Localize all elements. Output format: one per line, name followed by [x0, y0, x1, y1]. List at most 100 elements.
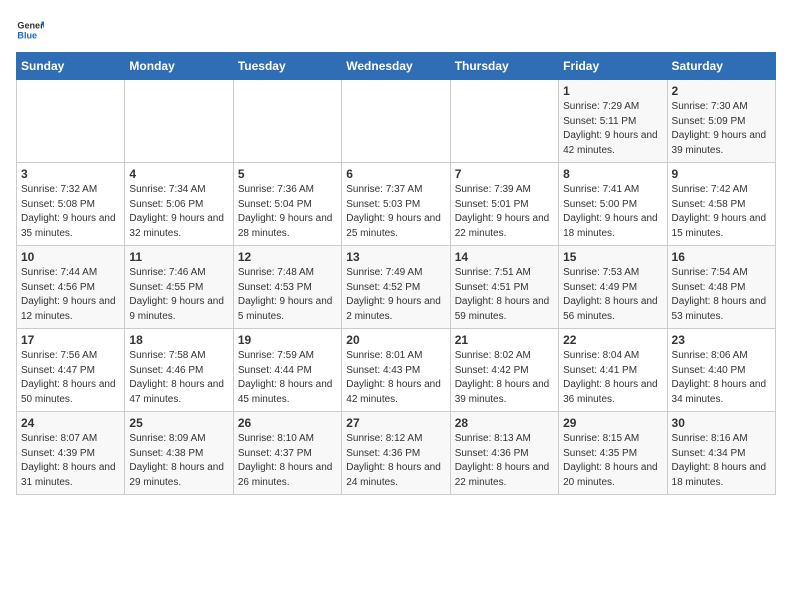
day-number: 30 [672, 416, 771, 430]
day-cell: 28Sunrise: 8:13 AM Sunset: 4:36 PM Dayli… [450, 412, 558, 495]
day-cell: 13 Sunrise: 7:49 AM Sunset: 4:52 PM Dayli… [342, 246, 450, 329]
day-info: Sunrise: 7:39 AM Sunset: 5:01 PM Dayligh… [455, 183, 554, 241]
day-number: 13 [346, 250, 445, 264]
day-number: 27 [346, 416, 445, 430]
day-cell: 11 Sunrise: 7:46 AM Sunset: 4:55 PM Dayli… [125, 246, 233, 329]
day-cell: 16 Sunrise: 7:54 AM Sunset: 4:48 PM Dayli… [667, 246, 775, 329]
day-number: 12 [238, 250, 337, 264]
day-cell: 27 Sunrise: 8:12 AM Sunset: 4:36 PM Dayli… [342, 412, 450, 495]
day-number: 9 [672, 167, 771, 181]
day-info: Sunrise: 8:12 AM Sunset: 4:36 PM Dayligh… [346, 432, 445, 490]
day-number: 22 [563, 333, 662, 347]
day-info: Sunrise: 8:09 AM Sunset: 4:38 PM Dayligh… [129, 432, 228, 490]
day-number: 17 [21, 333, 120, 347]
day-cell [125, 80, 233, 163]
day-info: Sunrise: 8:04 AM Sunset: 4:41 PM Dayligh… [563, 349, 662, 407]
day-cell: 15Sunrise: 7:53 AM Sunset: 4:49 PM Dayli… [559, 246, 667, 329]
day-number: 23 [672, 333, 771, 347]
day-number: 21 [455, 333, 554, 347]
col-header-saturday: Saturday [667, 53, 775, 80]
day-info: Sunrise: 7:42 AM Sunset: 4:58 PM Dayligh… [672, 183, 771, 241]
day-number: 1 [563, 84, 662, 98]
day-info: Sunrise: 7:51 AM Sunset: 4:51 PM Dayligh… [455, 266, 554, 324]
day-number: 11 [129, 250, 228, 264]
day-number: 10 [21, 250, 120, 264]
day-number: 25 [129, 416, 228, 430]
day-number: 4 [129, 167, 228, 181]
week-row-2: 10 Sunrise: 7:44 AM Sunset: 4:56 PM Dayli… [17, 246, 776, 329]
day-cell: 10 Sunrise: 7:44 AM Sunset: 4:56 PM Dayli… [17, 246, 125, 329]
col-header-wednesday: Wednesday [342, 53, 450, 80]
day-number: 20 [346, 333, 445, 347]
header: General Blue [16, 16, 776, 44]
day-cell: 29 Sunrise: 8:15 AM Sunset: 4:35 PM Dayli… [559, 412, 667, 495]
day-cell: 17 Sunrise: 7:56 AM Sunset: 4:47 PM Dayli… [17, 329, 125, 412]
svg-text:Blue: Blue [17, 30, 37, 40]
day-cell: 5Sunrise: 7:36 AM Sunset: 5:04 PM Daylig… [233, 163, 341, 246]
week-row-0: 1 Sunrise: 7:29 AM Sunset: 5:11 PM Daylig… [17, 80, 776, 163]
day-cell: 7 Sunrise: 7:39 AM Sunset: 5:01 PM Daylig… [450, 163, 558, 246]
day-cell: 26 Sunrise: 8:10 AM Sunset: 4:37 PM Dayli… [233, 412, 341, 495]
day-cell [233, 80, 341, 163]
col-header-friday: Friday [559, 53, 667, 80]
calendar-table: SundayMondayTuesdayWednesdayThursdayFrid… [16, 52, 776, 495]
day-info: Sunrise: 7:32 AM Sunset: 5:08 PM Dayligh… [21, 183, 120, 241]
week-row-1: 3 Sunrise: 7:32 AM Sunset: 5:08 PM Daylig… [17, 163, 776, 246]
day-number: 7 [455, 167, 554, 181]
day-cell: 14 Sunrise: 7:51 AM Sunset: 4:51 PM Dayli… [450, 246, 558, 329]
day-cell: 22 Sunrise: 8:04 AM Sunset: 4:41 PM Dayli… [559, 329, 667, 412]
day-info: Sunrise: 8:10 AM Sunset: 4:37 PM Dayligh… [238, 432, 337, 490]
day-cell [450, 80, 558, 163]
day-info: Sunrise: 8:07 AM Sunset: 4:39 PM Dayligh… [21, 432, 120, 490]
day-cell: 12 Sunrise: 7:48 AM Sunset: 4:53 PM Dayli… [233, 246, 341, 329]
day-number: 29 [563, 416, 662, 430]
day-cell: 3 Sunrise: 7:32 AM Sunset: 5:08 PM Daylig… [17, 163, 125, 246]
day-number: 26 [238, 416, 337, 430]
day-cell: 18Sunrise: 7:58 AM Sunset: 4:46 PM Dayli… [125, 329, 233, 412]
day-info: Sunrise: 8:01 AM Sunset: 4:43 PM Dayligh… [346, 349, 445, 407]
day-cell: 9 Sunrise: 7:42 AM Sunset: 4:58 PM Daylig… [667, 163, 775, 246]
day-info: Sunrise: 7:29 AM Sunset: 5:11 PM Dayligh… [563, 100, 662, 158]
day-cell: 20 Sunrise: 8:01 AM Sunset: 4:43 PM Dayli… [342, 329, 450, 412]
day-info: Sunrise: 7:54 AM Sunset: 4:48 PM Dayligh… [672, 266, 771, 324]
day-info: Sunrise: 7:56 AM Sunset: 4:47 PM Dayligh… [21, 349, 120, 407]
col-header-thursday: Thursday [450, 53, 558, 80]
day-number: 24 [21, 416, 120, 430]
day-cell: 19 Sunrise: 7:59 AM Sunset: 4:44 PM Dayli… [233, 329, 341, 412]
day-info: Sunrise: 8:02 AM Sunset: 4:42 PM Dayligh… [455, 349, 554, 407]
week-row-4: 24 Sunrise: 8:07 AM Sunset: 4:39 PM Dayli… [17, 412, 776, 495]
day-number: 14 [455, 250, 554, 264]
day-number: 8 [563, 167, 662, 181]
day-info: Sunrise: 7:49 AM Sunset: 4:52 PM Dayligh… [346, 266, 445, 324]
day-cell: 24 Sunrise: 8:07 AM Sunset: 4:39 PM Dayli… [17, 412, 125, 495]
day-info: Sunrise: 7:34 AM Sunset: 5:06 PM Dayligh… [129, 183, 228, 241]
day-info: Sunrise: 7:44 AM Sunset: 4:56 PM Dayligh… [21, 266, 120, 324]
day-cell: 1 Sunrise: 7:29 AM Sunset: 5:11 PM Daylig… [559, 80, 667, 163]
day-number: 2 [672, 84, 771, 98]
day-cell: 8 Sunrise: 7:41 AM Sunset: 5:00 PM Daylig… [559, 163, 667, 246]
week-row-3: 17 Sunrise: 7:56 AM Sunset: 4:47 PM Dayli… [17, 329, 776, 412]
day-info: Sunrise: 8:13 AM Sunset: 4:36 PM Dayligh… [455, 432, 554, 490]
col-header-tuesday: Tuesday [233, 53, 341, 80]
col-header-monday: Monday [125, 53, 233, 80]
day-info: Sunrise: 8:15 AM Sunset: 4:35 PM Dayligh… [563, 432, 662, 490]
day-number: 18 [129, 333, 228, 347]
day-info: Sunrise: 8:16 AM Sunset: 4:34 PM Dayligh… [672, 432, 771, 490]
day-number: 3 [21, 167, 120, 181]
day-info: Sunrise: 7:59 AM Sunset: 4:44 PM Dayligh… [238, 349, 337, 407]
day-info: Sunrise: 7:41 AM Sunset: 5:00 PM Dayligh… [563, 183, 662, 241]
day-number: 19 [238, 333, 337, 347]
day-number: 5 [238, 167, 337, 181]
day-cell: 6Sunrise: 7:37 AM Sunset: 5:03 PM Daylig… [342, 163, 450, 246]
logo: General Blue [16, 16, 48, 44]
header-row: SundayMondayTuesdayWednesdayThursdayFrid… [17, 53, 776, 80]
day-cell: 21 Sunrise: 8:02 AM Sunset: 4:42 PM Dayli… [450, 329, 558, 412]
day-info: Sunrise: 7:48 AM Sunset: 4:53 PM Dayligh… [238, 266, 337, 324]
day-info: Sunrise: 7:53 AM Sunset: 4:49 PM Dayligh… [563, 266, 662, 324]
day-cell: 25 Sunrise: 8:09 AM Sunset: 4:38 PM Dayli… [125, 412, 233, 495]
day-info: Sunrise: 7:46 AM Sunset: 4:55 PM Dayligh… [129, 266, 228, 324]
day-info: Sunrise: 7:37 AM Sunset: 5:03 PM Dayligh… [346, 183, 445, 241]
day-cell [342, 80, 450, 163]
day-number: 16 [672, 250, 771, 264]
svg-text:General: General [17, 21, 44, 31]
